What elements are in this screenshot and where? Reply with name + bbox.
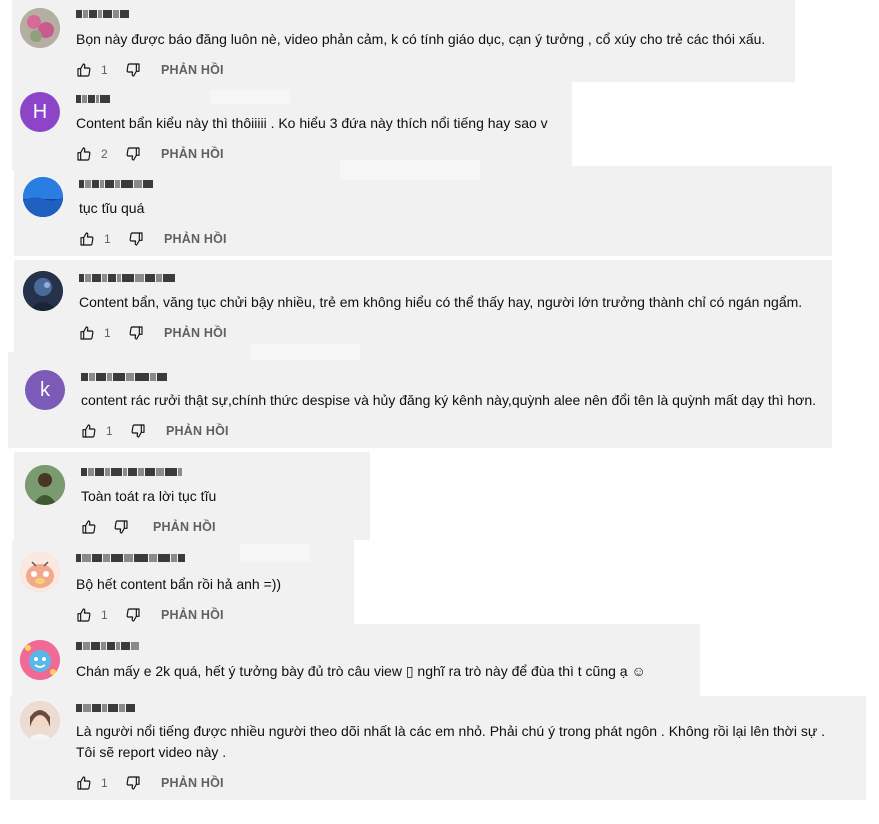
thumbs-down-icon bbox=[129, 326, 143, 340]
reply-button[interactable]: PHẢN HỒI bbox=[161, 776, 224, 790]
avatar[interactable] bbox=[23, 271, 63, 311]
avatar-image bbox=[23, 177, 63, 217]
thumbs-down-icon bbox=[126, 147, 140, 161]
comment-text: Toàn toát ra lời tục tĩu bbox=[81, 488, 217, 504]
author-name[interactable] bbox=[79, 273, 175, 283]
avatar-letter: k bbox=[40, 378, 50, 401]
avatar-image bbox=[20, 552, 60, 592]
thumbs-up-icon bbox=[77, 147, 91, 161]
comment-actions: 2 PHẢN HỒI bbox=[76, 145, 224, 163]
author-name[interactable] bbox=[76, 94, 110, 104]
thumbs-up-icon bbox=[80, 326, 94, 340]
avatar-image bbox=[23, 271, 63, 311]
thumbs-up-icon bbox=[77, 608, 91, 622]
avatar-image bbox=[25, 465, 65, 505]
reply-button[interactable]: PHẢN HỒI bbox=[161, 63, 224, 77]
author-name[interactable] bbox=[76, 641, 139, 651]
dislike-button[interactable] bbox=[128, 325, 144, 341]
thumbs-down-icon bbox=[126, 608, 140, 622]
comment-text: Chán mấy e 2k quá, hết ý tưởng bày đủ tr… bbox=[76, 663, 646, 679]
thumbs-down-icon bbox=[114, 520, 128, 534]
avatar[interactable] bbox=[25, 465, 65, 505]
avatar-image bbox=[20, 701, 60, 741]
like-count: 1 bbox=[106, 424, 113, 438]
dislike-button[interactable] bbox=[130, 423, 146, 439]
like-count: 1 bbox=[101, 63, 108, 77]
reply-button[interactable]: PHẢN HỒI bbox=[164, 232, 227, 246]
comment-text: Là người nổi tiếng được nhiều người theo… bbox=[76, 723, 825, 760]
comment-text: content rác rưởi thật sự,chính thức desp… bbox=[81, 392, 816, 408]
author-name[interactable] bbox=[79, 179, 153, 189]
dislike-button[interactable] bbox=[125, 775, 141, 791]
comment-actions: 1 PHẢN HỒI bbox=[79, 230, 227, 248]
comment-actions: 1 PHẢN HỒI bbox=[76, 606, 224, 624]
comment-actions: 1 PHẢN HỒI bbox=[76, 774, 224, 792]
dislike-button[interactable] bbox=[113, 519, 129, 535]
thumbs-down-icon bbox=[126, 63, 140, 77]
like-count: 1 bbox=[104, 326, 111, 340]
thumbs-up-icon bbox=[77, 776, 91, 790]
comment-actions: PHẢN HỒI bbox=[81, 518, 216, 536]
dislike-button[interactable] bbox=[125, 62, 141, 78]
comment-actions: 1 PHẢN HỒI bbox=[79, 324, 227, 342]
thumbs-down-icon bbox=[131, 424, 145, 438]
dislike-button[interactable] bbox=[128, 231, 144, 247]
avatar-letter: H bbox=[32, 100, 48, 123]
reply-button[interactable]: PHẢN HỒI bbox=[153, 520, 216, 534]
thumbs-up-icon bbox=[77, 63, 91, 77]
like-button[interactable] bbox=[79, 325, 95, 341]
thumbs-down-icon bbox=[126, 776, 140, 790]
author-name[interactable] bbox=[81, 467, 182, 477]
reply-button[interactable]: PHẢN HỒI bbox=[166, 424, 229, 438]
avatar-image bbox=[20, 640, 60, 680]
like-button[interactable] bbox=[76, 146, 92, 162]
reply-button[interactable]: PHẢN HỒI bbox=[161, 147, 224, 161]
comment-actions: 1 PHẢN HỒI bbox=[81, 422, 229, 440]
avatar[interactable]: k bbox=[25, 370, 65, 410]
like-button[interactable] bbox=[79, 231, 95, 247]
like-count: 1 bbox=[104, 232, 111, 246]
reply-button[interactable]: PHẢN HỒI bbox=[164, 326, 227, 340]
comment-text: Bọn này được báo đăng luôn nè, video phả… bbox=[76, 31, 766, 47]
like-count: 1 bbox=[101, 608, 108, 622]
like-button[interactable] bbox=[76, 607, 92, 623]
thumbs-up-icon bbox=[80, 232, 94, 246]
avatar[interactable] bbox=[20, 8, 60, 48]
avatar[interactable] bbox=[23, 177, 63, 217]
avatar[interactable] bbox=[20, 552, 60, 592]
like-count: 1 bbox=[101, 776, 108, 790]
like-button[interactable] bbox=[76, 62, 92, 78]
comment-text: Content bẩn kiểu này thì thôiiiii . Ko h… bbox=[76, 115, 548, 131]
avatar[interactable] bbox=[20, 701, 60, 741]
avatar[interactable] bbox=[20, 640, 60, 680]
author-name[interactable] bbox=[76, 703, 135, 713]
thumbs-down-icon bbox=[129, 232, 143, 246]
comment-text: tục tĩu quá bbox=[79, 200, 145, 216]
dislike-button[interactable] bbox=[125, 146, 141, 162]
thumbs-up-icon bbox=[82, 424, 96, 438]
comment-text: Bộ hết content bẩn rồi hả anh =)) bbox=[76, 576, 282, 592]
author-name[interactable] bbox=[76, 553, 185, 563]
comment-text: Content bẩn, văng tục chửi bậy nhiều, tr… bbox=[79, 294, 803, 310]
thumbs-up-icon bbox=[82, 520, 96, 534]
avatar-image bbox=[20, 8, 60, 48]
author-name[interactable] bbox=[81, 372, 167, 382]
author-name[interactable] bbox=[76, 9, 129, 19]
like-button[interactable] bbox=[81, 423, 97, 439]
comment-actions: 1 PHẢN HỒI bbox=[76, 61, 224, 79]
like-count: 2 bbox=[101, 147, 108, 161]
reply-button[interactable]: PHẢN HỒI bbox=[161, 608, 224, 622]
dislike-button[interactable] bbox=[125, 607, 141, 623]
avatar[interactable]: H bbox=[20, 92, 60, 132]
like-button[interactable] bbox=[76, 775, 92, 791]
like-button[interactable] bbox=[81, 519, 97, 535]
